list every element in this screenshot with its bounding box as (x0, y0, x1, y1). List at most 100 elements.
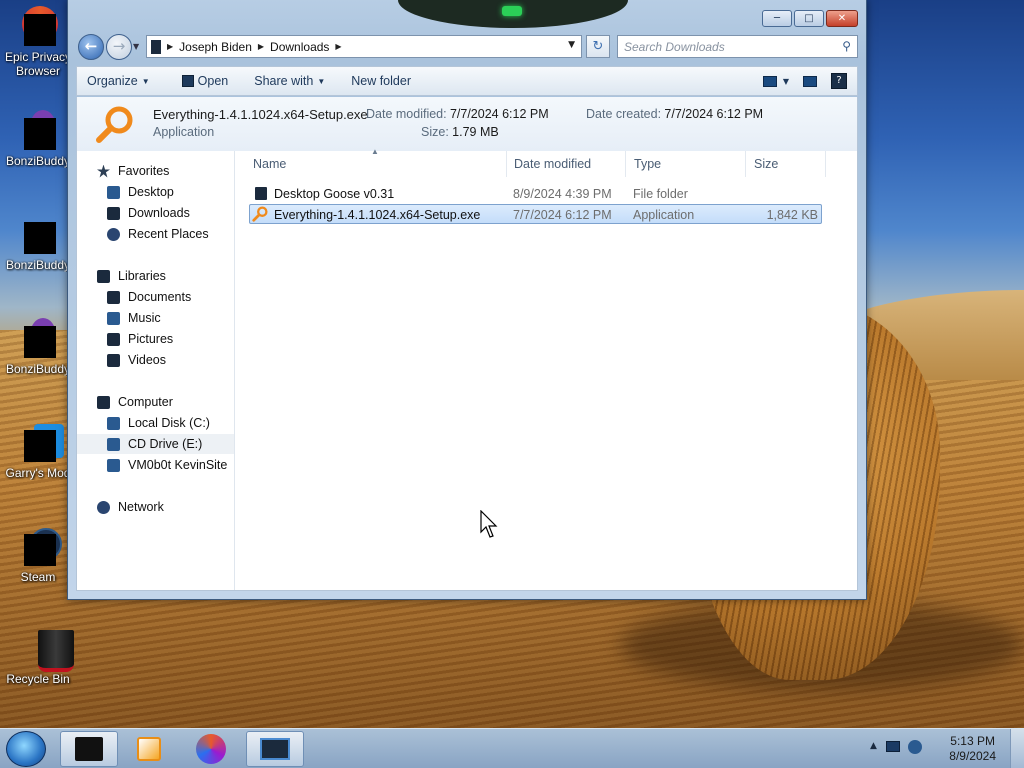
organize-label: Organize (87, 74, 138, 88)
new-folder-button[interactable]: New folder (335, 67, 421, 95)
taskbar-app-browser[interactable] (182, 731, 240, 767)
minimize-button[interactable]: ─ (762, 10, 792, 27)
nav-documents[interactable]: Documents (77, 287, 234, 307)
network-icon (97, 500, 110, 514)
view-options-dropdown-icon[interactable]: ▼ (783, 77, 789, 86)
nav-computer[interactable]: Computer (77, 392, 234, 412)
system-clock[interactable]: 5:13 PM 8/9/2024 (949, 734, 996, 764)
open-button[interactable]: Open (160, 67, 239, 95)
navigation-pane[interactable]: Favorites Desktop Downloads Recent Place… (77, 151, 235, 590)
file-row[interactable]: Desktop Goose v0.31 8/9/2024 4:39 PM Fil… (249, 183, 822, 203)
organize-button[interactable]: Organize ▼ (77, 67, 160, 95)
explorer-content: Favorites Desktop Downloads Recent Place… (76, 147, 858, 591)
column-header-label: Size (754, 157, 779, 171)
nav-label: Documents (128, 290, 192, 304)
breadcrumb-downloads[interactable]: Downloads (270, 40, 329, 54)
change-view-icon[interactable] (762, 75, 777, 87)
nav-videos[interactable]: Videos (77, 350, 234, 370)
nav-cd-drive[interactable]: CD Drive (E:) (77, 434, 234, 454)
open-label: Open (197, 74, 229, 88)
mouse-cursor-icon (480, 510, 498, 538)
close-button[interactable]: ✕ (826, 10, 858, 27)
address-field[interactable]: ▶ Joseph Biden ▶ Downloads ▶ ▼ (146, 35, 582, 58)
nav-pictures[interactable]: Pictures (77, 329, 234, 349)
preview-pane-icon[interactable] (803, 75, 817, 87)
nav-label: Music (128, 311, 161, 325)
nav-downloads[interactable]: Downloads (77, 203, 234, 223)
details-date-modified: Date modified: 7/7/2024 6:12 PM (366, 107, 549, 121)
nav-label: Network (118, 500, 164, 514)
column-header-name[interactable]: Name (245, 151, 507, 177)
desktop-icon-bonzibuddy-1[interactable]: BonziBuddy (0, 110, 76, 168)
file-date: 7/7/2024 6:12 PM (513, 208, 612, 222)
clock-date: 8/9/2024 (949, 749, 996, 763)
desktop-icon-recycle-bin[interactable]: Recycle Bin (0, 628, 76, 686)
file-row[interactable]: Everything-1.4.1.1024.x64-Setup.exe 7/7/… (249, 204, 822, 224)
computer-icon (151, 39, 161, 54)
chevron-right-icon[interactable]: ▶ (335, 42, 341, 51)
show-hidden-icons-icon[interactable]: ▲ (870, 741, 877, 751)
explorer-icon (75, 737, 103, 761)
start-button[interactable] (6, 731, 46, 767)
pictures-icon (107, 332, 120, 346)
address-bar: ← → ▼ ▶ Joseph Biden ▶ Downloads ▶ ▼ ↻ S… (76, 32, 858, 60)
back-button[interactable]: ← (78, 34, 104, 60)
share-with-button[interactable]: Share with ▼ (238, 67, 335, 95)
nav-label: Libraries (118, 269, 166, 283)
chevron-right-icon[interactable]: ▶ (258, 42, 264, 51)
nav-music[interactable]: Music (77, 308, 234, 328)
refresh-button[interactable]: ↻ (586, 35, 610, 58)
forward-button[interactable]: → (106, 34, 132, 60)
recent-pages-dropdown[interactable]: ▼ (133, 42, 139, 51)
computer-icon (97, 395, 110, 409)
help-icon[interactable]: ? (831, 73, 847, 89)
documents-icon (107, 290, 120, 304)
column-header-size[interactable]: Size (746, 151, 826, 177)
nav-network-share[interactable]: VM0b0t KevinSite (77, 455, 234, 475)
nav-label: Desktop (128, 185, 174, 199)
taskbar: ▲ 5:13 PM 8/9/2024 (0, 728, 1024, 768)
chevron-down-icon: ▼ (141, 76, 150, 86)
search-icon[interactable]: ⚲ (842, 39, 851, 53)
nav-local-disk[interactable]: Local Disk (C:) (77, 413, 234, 433)
volume-icon[interactable] (908, 740, 922, 754)
details-file-type: Application (153, 125, 215, 139)
videos-icon (107, 353, 120, 367)
nav-network[interactable]: Network (77, 497, 234, 517)
column-header-type[interactable]: Type (626, 151, 746, 177)
desktop-icon-bonzibuddy-2[interactable]: BonziBuddy (0, 214, 76, 272)
network-drive-icon (107, 458, 120, 472)
explorer-window: ─ □ ✕ ← → ▼ ▶ Joseph Biden ▶ Downloads ▶… (67, 0, 867, 600)
taskbar-app-media-player[interactable] (120, 731, 178, 767)
address-dropdown-icon[interactable]: ▼ (568, 40, 575, 50)
column-header-date-modified[interactable]: Date modified (506, 151, 626, 177)
breadcrumb-user[interactable]: Joseph Biden (179, 40, 252, 54)
nav-favorites[interactable]: Favorites (77, 161, 234, 181)
garrys-mod-icon (18, 422, 64, 462)
nav-recent-places[interactable]: Recent Places (77, 224, 234, 244)
taskbar-app-window[interactable] (246, 731, 304, 767)
desktop-icon-epic-browser[interactable]: Epic Privacy Browser (0, 6, 76, 78)
chevron-right-icon[interactable]: ▶ (167, 42, 173, 51)
system-tray: ▲ 5:13 PM 8/9/2024 (864, 729, 1024, 768)
desktop-icon-bonzibuddy-3[interactable]: BonziBuddy (0, 318, 76, 376)
chevron-down-icon: ▼ (317, 76, 326, 86)
desktop-icon-steam[interactable]: Steam (0, 526, 76, 584)
nav-desktop[interactable]: Desktop (77, 182, 234, 202)
taskbar-app-explorer[interactable] (60, 731, 118, 767)
title-notch (398, 0, 628, 28)
search-placeholder: Search Downloads (624, 40, 725, 54)
desktop-icon-label: Garry's Mod (5, 466, 71, 480)
nav-libraries[interactable]: Libraries (77, 266, 234, 286)
desktop-icon-label: Steam (20, 570, 56, 584)
command-bar: Organize ▼ Open Share with ▼ New folder … (76, 66, 858, 96)
maximize-button[interactable]: □ (794, 10, 824, 27)
details-size-value: 1.79 MB (452, 125, 499, 139)
network-status-icon[interactable] (886, 741, 900, 752)
file-list[interactable]: ▲ Name Date modified Type Size Desktop G… (235, 147, 857, 590)
search-input[interactable]: Search Downloads ⚲ (617, 35, 858, 58)
desktop-icon-garrys-mod[interactable]: Garry's Mod (0, 422, 76, 480)
show-desktop-button[interactable] (1010, 729, 1024, 768)
column-header-label: Date modified (514, 157, 592, 171)
nav-label: Favorites (118, 164, 170, 178)
